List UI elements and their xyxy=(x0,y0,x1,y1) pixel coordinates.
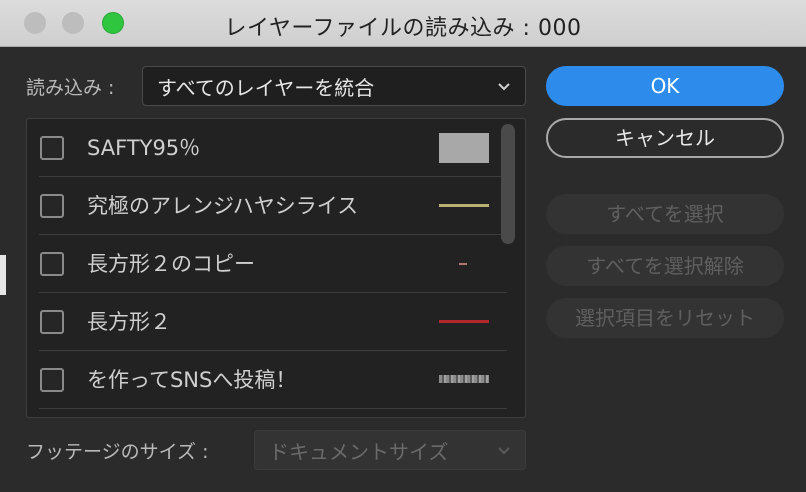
footage-size-select[interactable]: ドキュメントサイズ xyxy=(254,430,526,470)
layer-checkbox[interactable] xyxy=(40,310,64,334)
window-title: レイヤーファイルの読み込み : 000 xyxy=(224,16,582,41)
layer-thumbnail xyxy=(439,204,489,207)
layer-thumbnail xyxy=(459,263,467,265)
ok-button[interactable]: OK xyxy=(546,66,784,106)
title-bar: レイヤーファイルの読み込み : 000 xyxy=(0,0,806,47)
layer-name: 長方形２ xyxy=(87,310,171,334)
layer-thumbnail xyxy=(439,133,489,163)
import-select[interactable]: すべてのレイヤーを統合 xyxy=(142,66,526,106)
list-item[interactable]: SAFTY95％ xyxy=(27,119,507,177)
background-window-edge xyxy=(0,255,6,295)
footage-size-value: ドキュメントサイズ xyxy=(269,439,449,464)
layer-list[interactable]: SAFTY95％ 究極のアレンジハヤシライス 長方形２のコピー 長方形２ を作っ… xyxy=(26,118,526,418)
layer-checkbox[interactable] xyxy=(40,136,64,160)
scrollbar-thumb[interactable] xyxy=(501,124,515,244)
import-label: 読み込み : xyxy=(26,77,115,99)
layer-thumbnail xyxy=(439,375,489,383)
list-item[interactable]: を作ってSNSへ投稿！ xyxy=(27,351,507,409)
reset-selection-button[interactable]: 選択項目をリセット xyxy=(546,298,784,338)
divider xyxy=(39,408,507,409)
import-select-value: すべてのレイヤーを統合 xyxy=(157,75,375,100)
cancel-button[interactable]: キャンセル xyxy=(546,118,784,158)
chevron-down-icon xyxy=(498,83,510,91)
layer-name: SAFTY95％ xyxy=(87,136,201,160)
layer-name: 長方形２のコピー xyxy=(87,252,255,276)
layer-name: 究極のアレンジハヤシライス xyxy=(87,194,359,218)
layer-name: を作ってSNSへ投稿！ xyxy=(87,368,297,392)
layer-checkbox[interactable] xyxy=(40,368,64,392)
footage-size-label: フッテージのサイズ : xyxy=(26,441,209,463)
layer-checkbox[interactable] xyxy=(40,252,64,276)
layer-thumbnail xyxy=(439,320,489,323)
layer-checkbox[interactable] xyxy=(40,194,64,218)
list-item[interactable]: 長方形２ xyxy=(27,293,507,351)
list-item[interactable]: 究極のアレンジハヤシライス xyxy=(27,177,507,235)
list-item[interactable]: 長方形２のコピー xyxy=(27,235,507,293)
deselect-all-button[interactable]: すべてを選択解除 xyxy=(546,246,784,286)
select-all-button[interactable]: すべてを選択 xyxy=(546,194,784,234)
chevron-down-icon xyxy=(498,447,510,455)
